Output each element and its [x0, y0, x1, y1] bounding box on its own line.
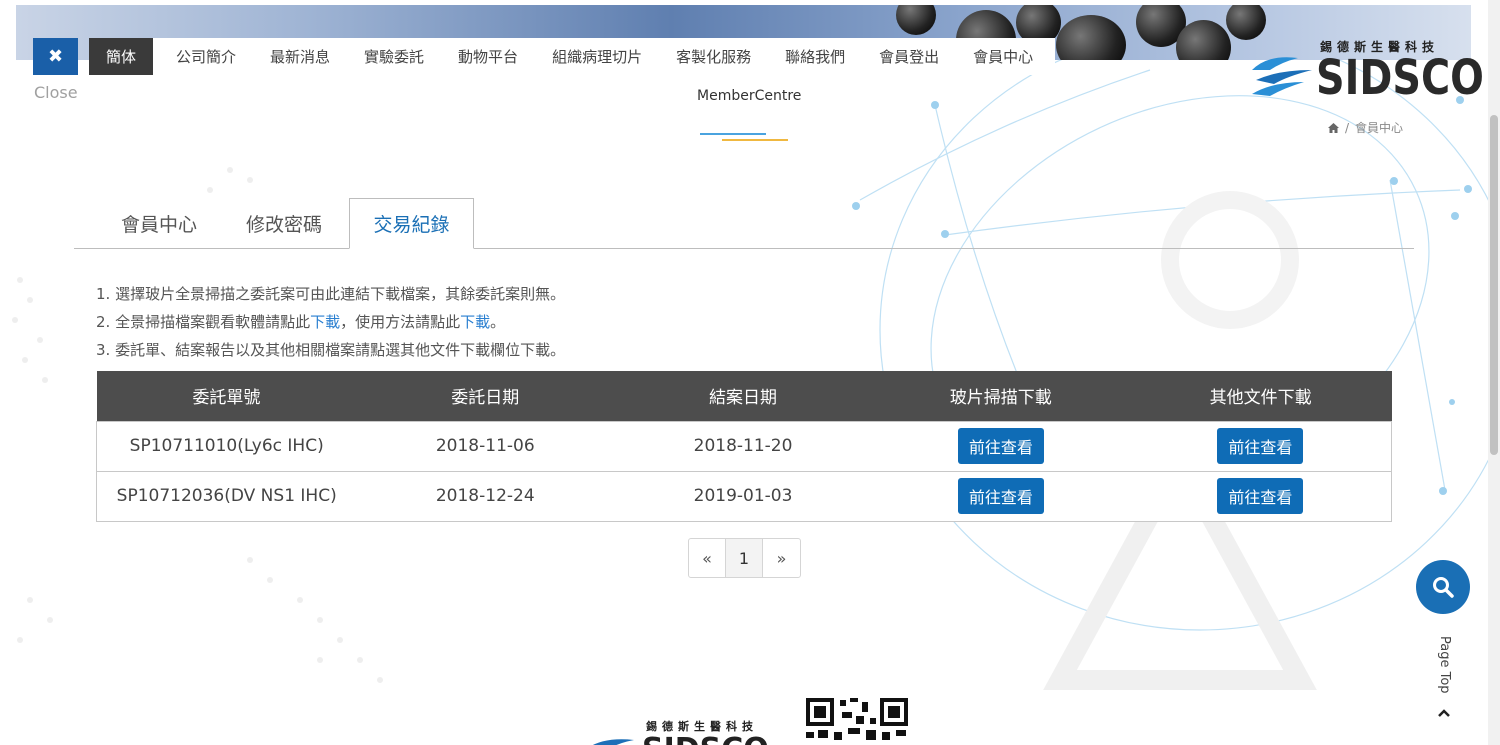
main-nav: 簡体 公司簡介 最新消息 實驗委託 動物平台 組織病理切片 客製化服務 聯絡我們…: [89, 38, 1055, 75]
nav-item-logout[interactable]: 會員登出: [862, 46, 956, 67]
slide-download-cell: 前往查看: [871, 420, 1130, 471]
breadcrumb-separator: /: [1345, 120, 1350, 135]
instruction-line-2: 2. 全景掃描檔案觀看軟體請點此下載，使用方法請點此下載。: [96, 308, 565, 336]
closed-date-cell: 2018-11-20: [614, 420, 872, 471]
nav-item-contact[interactable]: 聯絡我們: [768, 46, 862, 67]
order-date-cell: 2018-11-06: [356, 420, 615, 471]
instruction-line-1: 1. 選擇玻片全景掃描之委託案可由此連結下載檔案，其餘委託案則無。: [96, 285, 566, 303]
order-number-cell: SP10711010(Ly6c IHC): [96, 420, 357, 471]
page-subtitle: MemberCentre: [697, 88, 802, 104]
search-icon: [1433, 577, 1454, 598]
logo-swoosh-icon: [1252, 57, 1312, 96]
view-slide-button[interactable]: 前往查看: [957, 478, 1044, 514]
breadcrumb-current: 會員中心: [1355, 121, 1404, 135]
footer-logo: 錫德斯生醫科技 SIDSCO: [578, 718, 778, 745]
column-order-number: 委託單號: [96, 371, 357, 421]
column-order-date: 委託日期: [356, 371, 615, 421]
instructions: 1. 選擇玻片全景掃描之委託案可由此連結下載檔案，其餘委託案則無。 2. 全景掃…: [96, 280, 565, 364]
page-scrollbar[interactable]: [1488, 0, 1500, 745]
column-closed-date: 結案日期: [614, 371, 872, 421]
other-docs-cell: 前往查看: [1129, 420, 1392, 471]
member-tabs: 會員中心 修改密碼 交易紀錄: [74, 198, 1414, 249]
close-label[interactable]: Close: [34, 83, 78, 102]
home-icon[interactable]: [1328, 122, 1339, 133]
pager-prev-button[interactable]: «: [689, 539, 726, 577]
slide-download-cell: 前往查看: [871, 470, 1130, 522]
breadcrumb: / 會員中心: [1328, 119, 1403, 136]
nav-item-custom-services[interactable]: 客製化服務: [659, 46, 768, 67]
viewer-download-link[interactable]: 下載: [310, 313, 340, 331]
instruction-line-2-text-c: 。: [490, 313, 506, 331]
title-underline-orange: [722, 139, 788, 141]
close-icon: ✖: [47, 46, 64, 67]
nav-item-news[interactable]: 最新消息: [253, 46, 347, 67]
close-button[interactable]: ✖: [33, 38, 78, 75]
qr-code-icon: [806, 698, 908, 740]
site-logo[interactable]: 錫德斯生醫科技 SIDSCO: [1248, 38, 1484, 106]
order-date-cell: 2018-12-24: [356, 470, 615, 522]
nav-item-histopathology[interactable]: 組織病理切片: [535, 46, 659, 67]
column-slide-download: 玻片掃描下載: [871, 371, 1130, 421]
usage-download-link[interactable]: 下載: [460, 313, 490, 331]
nav-item-about[interactable]: 公司簡介: [159, 46, 253, 67]
nav-item-animal-platform[interactable]: 動物平台: [441, 46, 535, 67]
chevron-up-icon[interactable]: [1437, 706, 1451, 720]
logo-english-name: SIDSCO: [1316, 50, 1484, 106]
footer-logo-english-name: SIDSCO: [642, 732, 769, 745]
tab-transaction-records[interactable]: 交易紀錄: [349, 198, 474, 249]
orders-table: 委託單號 委託日期 結案日期 玻片掃描下載 其他文件下載 SP10711010(…: [96, 371, 1392, 522]
instruction-line-3: 3. 委託單、結案報告以及其他相關檔案請點選其他文件下載欄位下載。: [96, 341, 566, 359]
pager-page-1[interactable]: 1: [726, 539, 763, 577]
column-other-docs: 其他文件下載: [1129, 371, 1392, 421]
instruction-line-2-text-a: 2. 全景掃描檔案觀看軟體請點此: [96, 313, 311, 331]
other-docs-cell: 前往查看: [1129, 470, 1392, 522]
search-button[interactable]: [1416, 560, 1470, 614]
language-switch[interactable]: 簡体: [89, 38, 153, 75]
pager-next-button[interactable]: »: [763, 539, 800, 577]
instruction-line-2-text-b: ，使用方法請點此: [340, 313, 461, 331]
scrollbar-thumb[interactable]: [1490, 115, 1498, 455]
title-underline-blue: [700, 133, 766, 135]
nav-item-member-centre[interactable]: 會員中心: [956, 46, 1050, 67]
view-docs-button[interactable]: 前往查看: [1217, 428, 1304, 464]
table-row: SP10712036(DV NS1 IHC) 2018-12-24 2019-0…: [96, 470, 1392, 522]
footer-logo-swoosh-icon: [593, 739, 634, 745]
table-row: SP10711010(Ly6c IHC) 2018-11-06 2018-11-…: [96, 420, 1392, 471]
tab-member-centre[interactable]: 會員中心: [104, 198, 214, 249]
pagination: « 1 »: [688, 538, 801, 578]
tab-change-password[interactable]: 修改密碼: [229, 198, 339, 249]
table-header-row: 委託單號 委託日期 結案日期 玻片掃描下載 其他文件下載: [96, 371, 1392, 421]
view-slide-button[interactable]: 前往查看: [957, 428, 1044, 464]
nav-item-experiments[interactable]: 實驗委託: [347, 46, 441, 67]
closed-date-cell: 2019-01-03: [614, 470, 872, 522]
page-top-label[interactable]: Page Top: [1436, 636, 1452, 694]
view-docs-button[interactable]: 前往查看: [1217, 478, 1304, 514]
order-number-cell: SP10712036(DV NS1 IHC): [96, 470, 357, 522]
